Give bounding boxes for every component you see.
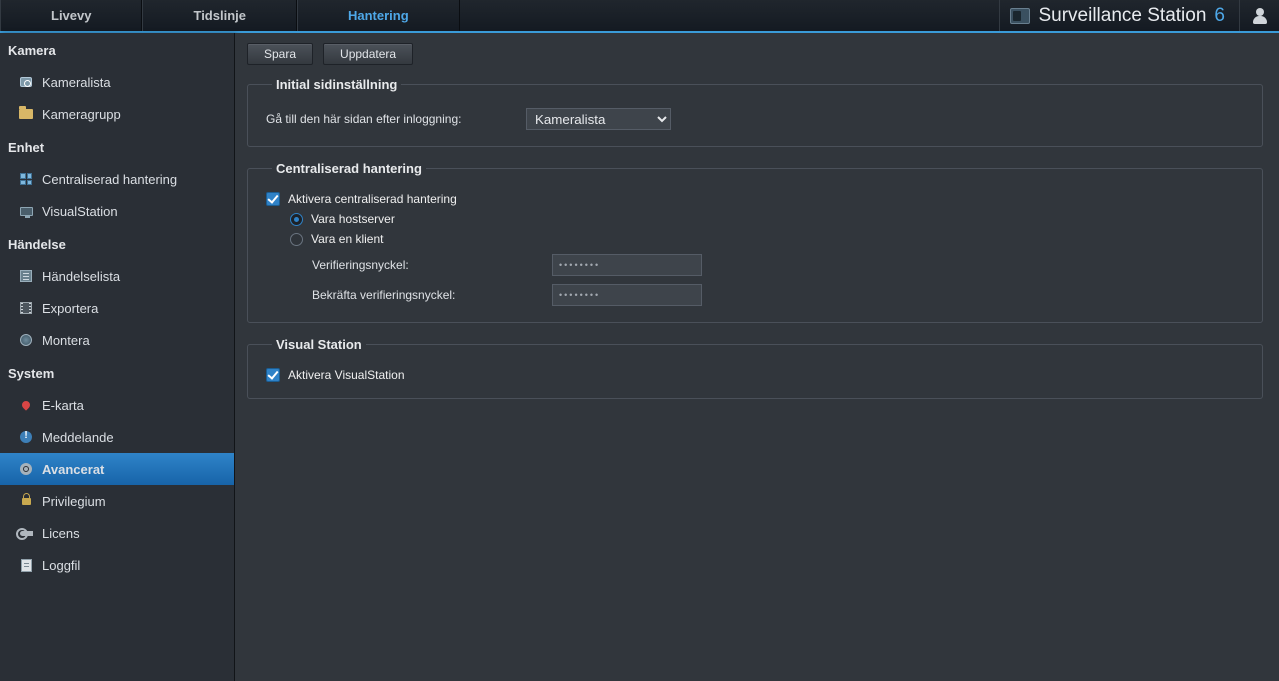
tab-manage[interactable]: Hantering [297, 0, 460, 31]
sidebar-group-title: Händelse [0, 227, 234, 260]
tab-timeline[interactable]: Tidslinje [142, 0, 297, 31]
role-client-label[interactable]: Vara en klient [311, 232, 384, 246]
sidebar: Kamera Kameralista Kameragrupp Enhet Central… [0, 33, 235, 681]
sidebar-item-label: Avancerat [42, 462, 104, 477]
globe-icon [18, 332, 34, 348]
topbar: LivevyTidslinjeHantering Surveillance St… [0, 0, 1279, 33]
sidebar-item-label: VisualStation [42, 204, 118, 219]
section-vs: Visual Station Aktivera VisualStation [247, 337, 1263, 399]
sidebar-item-label: Kameralista [42, 75, 111, 90]
sidebar-item-label: Händelselista [42, 269, 120, 284]
brand-text: Surveillance Station [1038, 5, 1206, 27]
role-host-radio[interactable] [290, 213, 303, 226]
tab-live[interactable]: Livevy [0, 0, 142, 31]
vs-enable-checkbox[interactable] [266, 368, 280, 382]
pin-icon [18, 397, 34, 413]
sidebar-item-label: Montera [42, 333, 90, 348]
grid-icon [18, 171, 34, 187]
sidebar-item-license[interactable]: Licens [0, 517, 234, 549]
section-cms: Centraliserad hantering Aktivera central… [247, 161, 1263, 323]
brand: Surveillance Station 6 [999, 0, 1239, 31]
sidebar-item-label: E-karta [42, 398, 84, 413]
save-button[interactable]: Spara [247, 43, 313, 65]
sidebar-item-label: Licens [42, 526, 80, 541]
section-vs-legend: Visual Station [272, 337, 366, 352]
refresh-button[interactable]: Uppdatera [323, 43, 413, 65]
sidebar-item-label: Loggfil [42, 558, 80, 573]
sidebar-item-log[interactable]: Loggfil [0, 549, 234, 581]
topbar-spacer [460, 0, 1000, 31]
alert-icon [18, 429, 34, 445]
confirm-input[interactable] [552, 284, 702, 306]
sidebar-item-label: Privilegium [42, 494, 106, 509]
verify-label: Verifieringsnyckel: [312, 258, 542, 272]
section-initial-legend: Initial sidinställning [272, 77, 401, 92]
app-icon [1010, 8, 1030, 24]
sidebar-item-notification[interactable]: Meddelande [0, 421, 234, 453]
sidebar-item-central[interactable]: Centraliserad hantering [0, 163, 234, 195]
cms-enable-checkbox[interactable] [266, 192, 280, 206]
section-initial: Initial sidinställning Gå till den här s… [247, 77, 1263, 147]
section-cms-legend: Centraliserad hantering [272, 161, 426, 176]
user-icon [1252, 8, 1268, 24]
role-host-label[interactable]: Vara hostserver [311, 212, 395, 226]
vs-enable-label[interactable]: Aktivera VisualStation [288, 368, 405, 382]
sidebar-item-export[interactable]: Exportera [0, 292, 234, 324]
key-icon [18, 525, 34, 541]
sidebar-item-eventlist[interactable]: Händelselista [0, 260, 234, 292]
goto-label: Gå till den här sidan efter inloggning: [266, 112, 516, 126]
sidebar-item-camlist[interactable]: Kameralista [0, 66, 234, 98]
film-icon [18, 300, 34, 316]
main-content: Spara Uppdatera Initial sidinställning G… [235, 33, 1279, 681]
sidebar-item-emap[interactable]: E-karta [0, 389, 234, 421]
camera-icon [18, 74, 34, 90]
gear-icon [18, 461, 34, 477]
toolbar: Spara Uppdatera [247, 43, 1269, 65]
sidebar-group-title: Kamera [0, 33, 234, 66]
sidebar-item-label: Meddelande [42, 430, 114, 445]
body: Kamera Kameralista Kameragrupp Enhet Central… [0, 33, 1279, 681]
user-menu-button[interactable] [1239, 0, 1279, 31]
confirm-label: Bekräfta verifieringsnyckel: [312, 288, 542, 302]
sidebar-item-mount[interactable]: Montera [0, 324, 234, 356]
folder-icon [18, 106, 34, 122]
sidebar-item-camgroup[interactable]: Kameragrupp [0, 98, 234, 130]
sidebar-item-visualstation[interactable]: VisualStation [0, 195, 234, 227]
role-client-radio[interactable] [290, 233, 303, 246]
log-icon [18, 557, 34, 573]
goto-select[interactable]: Kameralista [526, 108, 671, 130]
sidebar-group-title: System [0, 356, 234, 389]
sidebar-item-advanced[interactable]: Avancerat [0, 453, 234, 485]
sidebar-item-privilege[interactable]: Privilegium [0, 485, 234, 517]
monitor-icon [18, 203, 34, 219]
lock-icon [18, 493, 34, 509]
sidebar-group-title: Enhet [0, 130, 234, 163]
sidebar-item-label: Kameragrupp [42, 107, 121, 122]
list-icon [18, 268, 34, 284]
sidebar-item-label: Exportera [42, 301, 98, 316]
brand-version: 6 [1214, 5, 1225, 27]
verify-input[interactable] [552, 254, 702, 276]
cms-enable-label[interactable]: Aktivera centraliserad hantering [288, 192, 457, 206]
sidebar-item-label: Centraliserad hantering [42, 172, 177, 187]
topbar-tabs: LivevyTidslinjeHantering [0, 0, 460, 31]
